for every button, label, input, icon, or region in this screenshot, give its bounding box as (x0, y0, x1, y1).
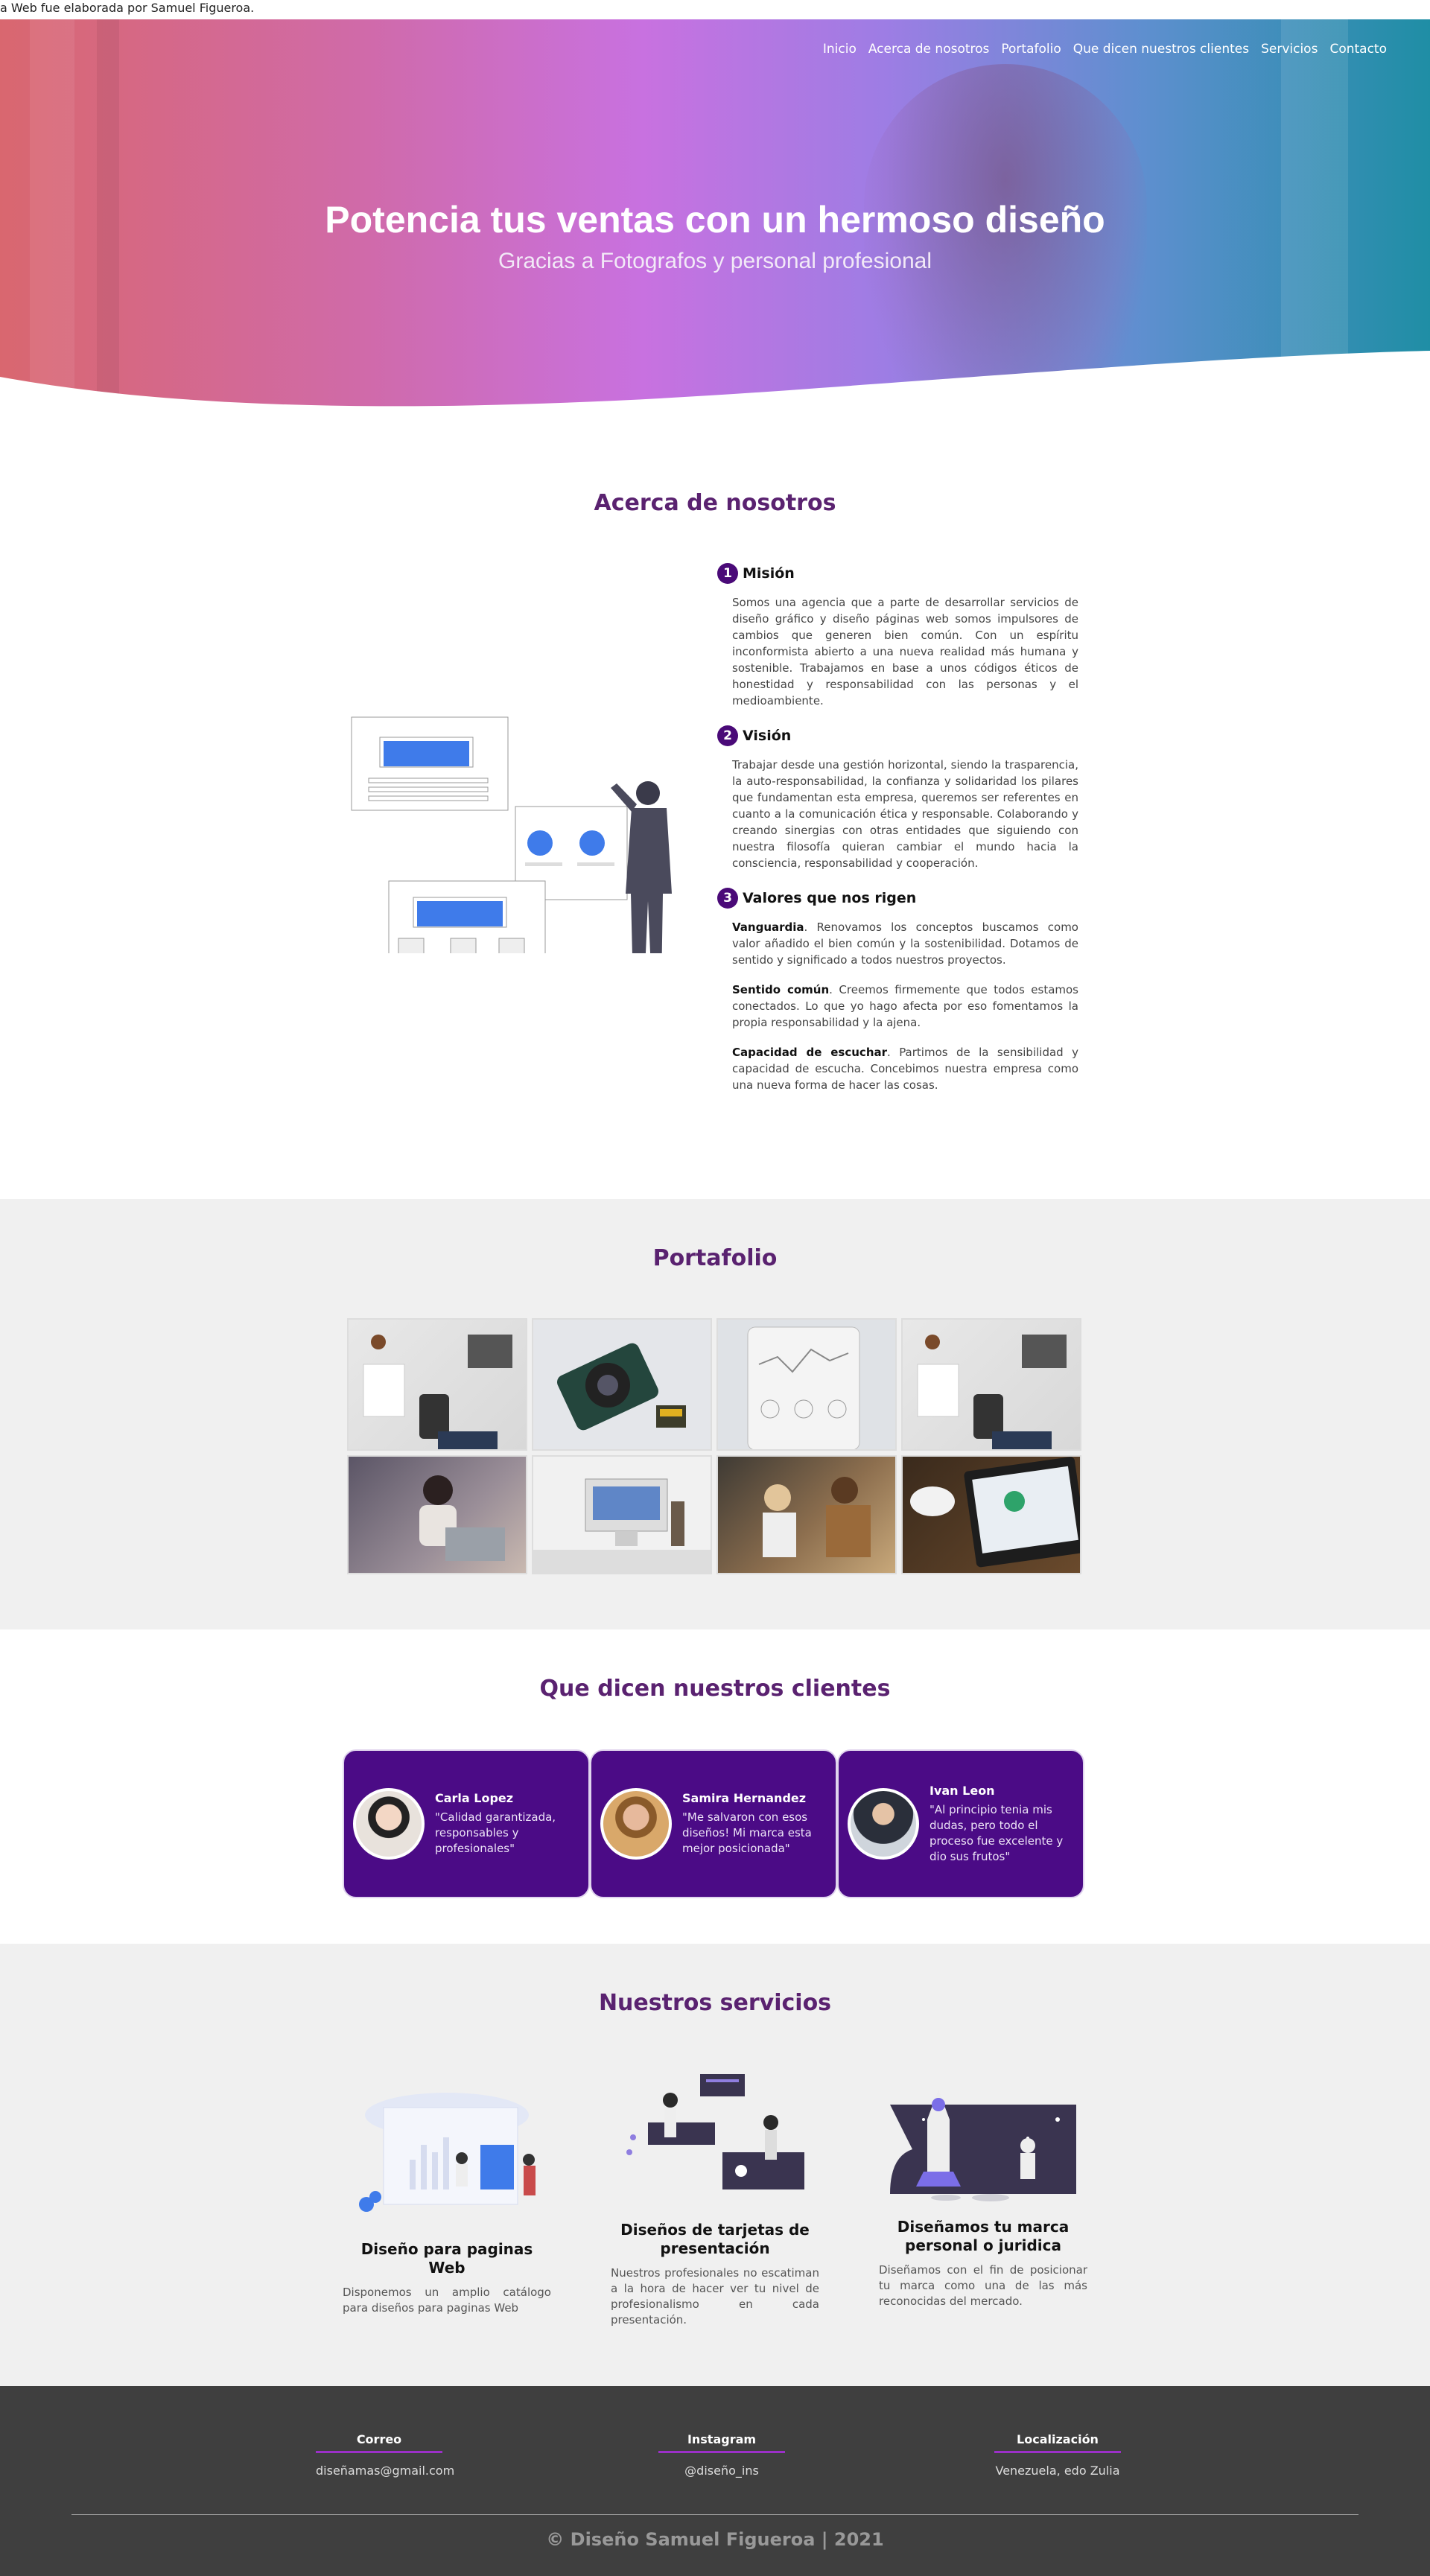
nav-acerca[interactable]: Acerca de nosotros (868, 42, 990, 57)
vision-text: Trabajar desde una gestión horizontal, s… (732, 758, 1078, 870)
mision-block: 1 Misión Somos una agencia que a parte de… (717, 563, 1078, 709)
branding-illustration (890, 2090, 1076, 2201)
footer-instagram-label: Instagram (658, 2432, 785, 2453)
about-title: Acerca de nosotros (594, 490, 836, 516)
portfolio-image-woman-laptop[interactable] (347, 1455, 527, 1574)
service-text: Diseñamos con el fin de posicionar tu ma… (879, 2263, 1087, 2308)
valor-term: Capacidad de escuchar (732, 1046, 888, 1059)
client-name: Carla Lopez (435, 1791, 514, 1805)
portfolio-image-desk[interactable] (347, 1318, 527, 1451)
hero-title: Potencia tus ventas con un hermoso diseñ… (325, 199, 1105, 241)
valor-term: Vanguardia (732, 920, 804, 934)
service-web: Diseño para paginas Web Disponemos un am… (343, 2085, 551, 2316)
portfolio-image-laptop-charts[interactable] (901, 1455, 1081, 1574)
about-illustration (351, 716, 672, 953)
footer-location: Localización Venezuela, edo Zulia (994, 2432, 1121, 2478)
nav-clientes[interactable]: Que dicen nuestros clientes (1073, 42, 1249, 57)
number-badge: 1 (717, 563, 738, 584)
clients-title: Que dicen nuestros clientes (539, 1676, 891, 1702)
hero-wave (0, 351, 1430, 414)
services-section: Nuestros servicios Diseño para paginas W… (0, 1944, 1430, 2386)
valor-item: Vanguardia. Renovamos los conceptos busc… (717, 919, 1078, 968)
number-badge: 3 (717, 888, 738, 909)
client-quote: "Calidad garantizada, responsables y pro… (435, 1810, 556, 1855)
web-design-illustration (359, 2093, 536, 2212)
service-title: Diseñamos tu marca personal o juridica (897, 2218, 1070, 2254)
hero-banner: Inicio Acerca de nosotros Portafolio Que… (0, 19, 1430, 414)
clients-section: Que dicen nuestros clientes Carla Lopez "… (0, 1629, 1430, 1944)
portfolio-title: Portafolio (652, 1245, 778, 1271)
portfolio-image-team[interactable] (716, 1455, 897, 1574)
footer-instagram-value[interactable]: @diseño_ins (658, 2464, 785, 2478)
footer-location-label: Localización (994, 2432, 1121, 2453)
nav-inicio[interactable]: Inicio (823, 42, 857, 57)
footer-email: Correo diseñamas@gmail.com (316, 2432, 454, 2478)
number-badge: 2 (717, 725, 738, 746)
business-card-illustration (626, 2074, 804, 2189)
vision-heading: Visión (743, 728, 792, 744)
portfolio-image-camera[interactable] (532, 1318, 712, 1451)
avatar (848, 1788, 919, 1860)
nav-portafolio[interactable]: Portafolio (1001, 42, 1061, 57)
testimonial-card: Carla Lopez "Calidad garantizada, respons… (343, 1749, 590, 1898)
valor-term: Sentido común (732, 983, 830, 996)
client-name: Samira Hernandez (682, 1791, 807, 1805)
marquee-text: a Web fue elaborada por Samuel Figueroa. (0, 0, 1430, 19)
vision-block: 2 Visión Trabajar desde una gestión horiz… (717, 725, 1078, 871)
service-cards: Diseños de tarjetas de presentación Nues… (611, 2070, 819, 2328)
services-title: Nuestros servicios (598, 1990, 832, 2016)
testimonial-card: Samira Hernandez "Me salvaron con esos di… (590, 1749, 837, 1898)
about-text: 1 Misión Somos una agencia que a parte de… (717, 563, 1078, 1110)
avatar (353, 1788, 425, 1860)
portfolio-grid (347, 1318, 1081, 1574)
client-quote: "Al principio tenia mis dudas, pero todo… (930, 1802, 1064, 1863)
avatar (600, 1788, 672, 1860)
valor-item: Sentido común. Creemos firmemente que to… (717, 982, 1078, 1031)
footer-email-label: Correo (316, 2432, 442, 2453)
footer-location-value: Venezuela, edo Zulia (995, 2464, 1120, 2478)
client-quote: "Me salvaron con esos diseños! Mi marca … (682, 1810, 812, 1855)
portfolio-image-imac[interactable] (532, 1455, 712, 1574)
footer-divider (72, 2514, 1358, 2515)
mision-heading: Misión (743, 565, 795, 582)
service-title: Diseño para paginas Web (360, 2240, 533, 2277)
service-text: Nuestros profesionales no escatiman a la… (611, 2266, 819, 2327)
valores-heading: Valores que nos rigen (743, 890, 917, 906)
service-title: Diseños de tarjetas de presentación (620, 2221, 810, 2257)
footer-instagram: Instagram @diseño_ins (658, 2432, 785, 2478)
portfolio-image-desk[interactable] (901, 1318, 1081, 1451)
hero-subtitle: Gracias a Fotografos y personal profesio… (498, 249, 932, 273)
about-section: Acerca de nosotros 1 Misión Somos una age… (0, 417, 1430, 1199)
copyright: © Diseño Samuel Figueroa | 2021 (546, 2529, 884, 2550)
valor-item: Capacidad de escuchar. Partimos de la se… (717, 1044, 1078, 1093)
portfolio-section: Portafolio (0, 1199, 1430, 1629)
testimonial-cards: Carla Lopez "Calidad garantizada, respons… (343, 1749, 1084, 1898)
nav-contacto[interactable]: Contacto (1329, 42, 1387, 57)
nav-servicios[interactable]: Servicios (1261, 42, 1318, 57)
valores-block: 3 Valores que nos rigen Vanguardia. Renov… (717, 888, 1078, 1093)
testimonial-card: Ivan Leon "Al principio tenia mis dudas, … (837, 1749, 1084, 1898)
mision-text: Somos una agencia que a parte de desarro… (732, 596, 1078, 707)
portfolio-image-tablet[interactable] (716, 1318, 897, 1451)
footer: Correo diseñamas@gmail.com Instagram @di… (0, 2386, 1430, 2576)
main-nav: Inicio Acerca de nosotros Portafolio Que… (823, 42, 1387, 57)
service-text: Disponemos un amplio catálogo para diseñ… (343, 2286, 551, 2315)
footer-email-value[interactable]: diseñamas@gmail.com (316, 2464, 454, 2478)
client-name: Ivan Leon (930, 1783, 995, 1798)
service-brand: Diseñamos tu marca personal o juridica D… (879, 2075, 1087, 2309)
